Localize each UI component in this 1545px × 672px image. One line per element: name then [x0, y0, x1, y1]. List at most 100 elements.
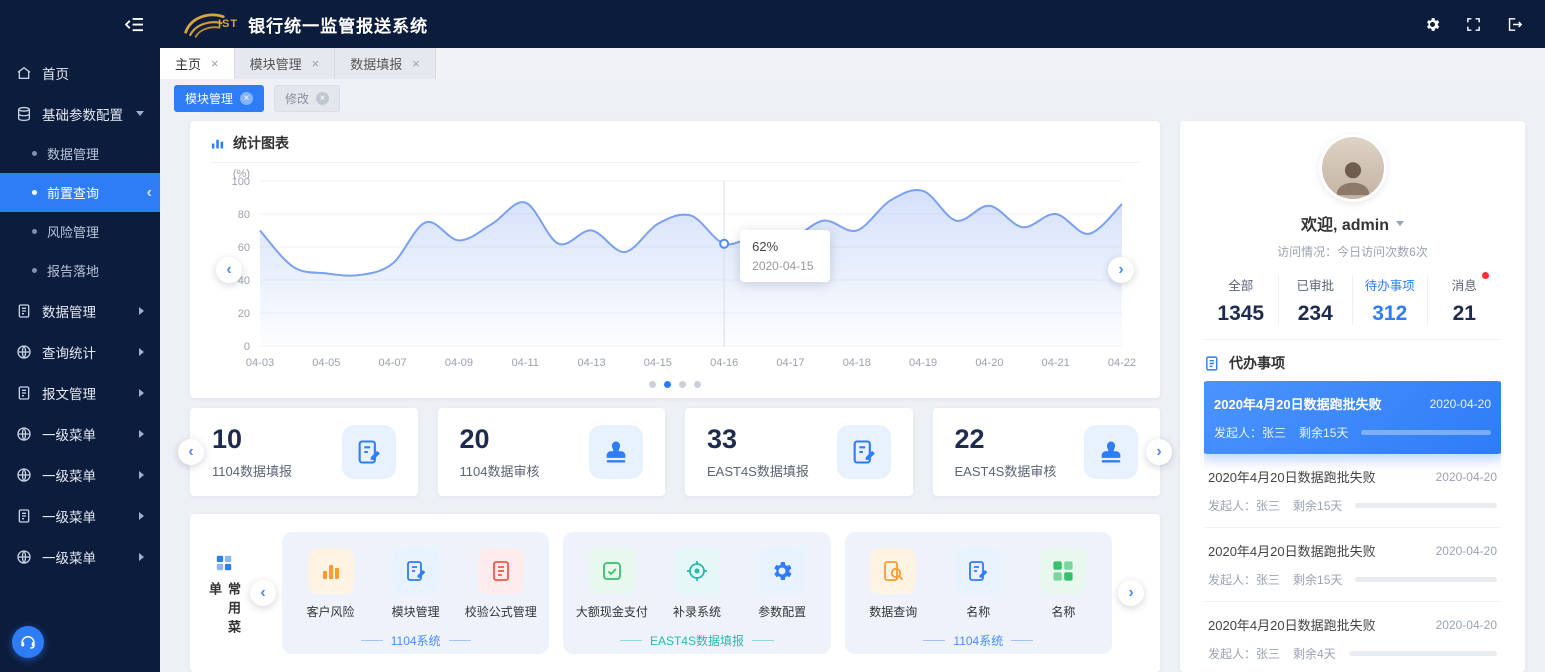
- tag-module-management[interactable]: 模块管理×: [174, 85, 264, 112]
- todo-item[interactable]: 2020年4月20日数据跑批失败2020-04-20 发起人：张三剩余15天: [1204, 454, 1501, 528]
- avatar[interactable]: [1322, 137, 1384, 199]
- home-icon: [16, 65, 32, 81]
- chart-prev-button[interactable]: ‹: [216, 257, 242, 283]
- tag-modify[interactable]: 修改×: [274, 85, 340, 112]
- globe-icon: [16, 344, 32, 360]
- carousel-dot[interactable]: [649, 381, 656, 388]
- tag-close-icon[interactable]: ×: [240, 92, 253, 105]
- stat-card-1104-filling[interactable]: 10 1104数据填报: [190, 408, 418, 496]
- todo-section-title: 代办事项: [1229, 353, 1285, 373]
- svg-text:(%): (%): [233, 168, 250, 180]
- stat-all[interactable]: 全部 1345: [1204, 275, 1278, 326]
- stat-messages[interactable]: 消息 21: [1427, 275, 1502, 326]
- stats-next-button[interactable]: ›: [1146, 439, 1172, 465]
- logout-icon[interactable]: [1506, 16, 1523, 33]
- menu-item[interactable]: 补录系统: [655, 548, 739, 620]
- sidebar-item-query-statistics[interactable]: 查询统计: [0, 331, 160, 372]
- stat-card-east4s-filling[interactable]: 33 EAST4S数据填报: [685, 408, 913, 496]
- stat-pending[interactable]: 待办事项 312: [1352, 275, 1427, 326]
- visit-info: 访问情况：今日访问次数6次: [1204, 243, 1501, 260]
- sidebar-subitem-data-management[interactable]: 数据管理: [0, 134, 160, 173]
- svg-text:04-20: 04-20: [975, 357, 1003, 369]
- menu-item[interactable]: 名称: [936, 548, 1020, 620]
- stat-approved[interactable]: 已审批 234: [1278, 275, 1353, 326]
- logo-text: IST: [218, 18, 238, 30]
- stat-card-row: ‹ 10 1104数据填报 20 1104数据审核: [190, 408, 1160, 496]
- todo-item[interactable]: 2020年4月20日数据跑批失败2020-04-20 发起人：张三剩余15天: [1204, 381, 1501, 454]
- sidebar-item-level1-menu-4[interactable]: 一级菜单: [0, 536, 160, 577]
- menu-group-footer: 1104系统: [288, 632, 543, 649]
- todo-remaining: 剩余15天: [1293, 497, 1342, 514]
- sidebar-item-message-management[interactable]: 报文管理: [0, 372, 160, 413]
- tab-home[interactable]: 主页×: [160, 48, 235, 79]
- todo-title: 2020年4月20日数据跑批失败: [1208, 615, 1376, 634]
- chevron-right-icon: [139, 512, 144, 520]
- chevron-down-icon: [136, 111, 144, 116]
- stat-card-1104-review[interactable]: 20 1104数据审核: [438, 408, 666, 496]
- tab-data-filling[interactable]: 数据填报×: [335, 48, 436, 79]
- form-edit-icon: [837, 425, 891, 479]
- menu-collapse-icon[interactable]: [125, 17, 144, 32]
- todo-title: 2020年4月20日数据跑批失败: [1208, 467, 1376, 486]
- todo-date: 2020-04-20: [1436, 618, 1497, 632]
- carousel-dot[interactable]: [664, 381, 671, 388]
- svg-text:04-15: 04-15: [644, 357, 672, 369]
- menu-prev-button[interactable]: ‹: [250, 580, 276, 606]
- user-stats: 全部 1345 已审批 234 待办事项 312 消息 21: [1204, 275, 1501, 340]
- sidebar-top: [0, 0, 160, 48]
- todo-remaining: 剩余15天: [1299, 424, 1348, 441]
- sidebar-subitem-report-landing[interactable]: 报告落地: [0, 251, 160, 290]
- stat-label: EAST4S数据填报: [707, 461, 809, 480]
- tag-close-icon[interactable]: ×: [316, 92, 329, 105]
- grid-icon: [215, 554, 233, 572]
- tag-bar: 模块管理× 修改×: [160, 79, 1545, 117]
- carousel-dot[interactable]: [694, 381, 701, 388]
- sidebar-subitem-risk-management[interactable]: 风险管理: [0, 212, 160, 251]
- chart-header: 统计图表: [210, 133, 1140, 163]
- common-menu-label-col: 常用菜单: [206, 532, 242, 654]
- tab-close-icon[interactable]: ×: [211, 57, 219, 70]
- carousel-dot[interactable]: [679, 381, 686, 388]
- sidebar-item-home[interactable]: 首页: [0, 52, 160, 93]
- assistant-button[interactable]: [12, 626, 44, 658]
- document-icon: [16, 508, 32, 524]
- sidebar-item-data-management[interactable]: 数据管理: [0, 290, 160, 331]
- menu-item[interactable]: 模块管理: [374, 548, 458, 620]
- bullet-icon: [32, 268, 37, 273]
- menu-item[interactable]: 校验公式管理: [459, 548, 543, 620]
- menu-next-button[interactable]: ›: [1118, 580, 1144, 606]
- menu-item[interactable]: 名称: [1021, 548, 1105, 620]
- todo-item[interactable]: 2020年4月20日数据跑批失败2020-04-20 发起人：张三剩余15天: [1204, 528, 1501, 602]
- area-chart: 020406080100(%)04-0304-0504-0704-0904-11…: [210, 167, 1140, 372]
- sidebar-item-base-params[interactable]: 基础参数配置: [0, 93, 160, 134]
- sidebar-item-level1-menu-2[interactable]: 一级菜单: [0, 454, 160, 495]
- sidebar-item-level1-menu-1[interactable]: 一级菜单: [0, 413, 160, 454]
- svg-text:20: 20: [238, 308, 250, 320]
- menu-item[interactable]: 数据查询: [851, 548, 935, 620]
- fullscreen-icon[interactable]: [1465, 16, 1482, 33]
- todo-list-icon: [1204, 355, 1221, 372]
- target-icon: [674, 548, 720, 594]
- stat-card-east4s-review[interactable]: 22 EAST4S数据审核: [933, 408, 1161, 496]
- svg-text:04-13: 04-13: [577, 357, 605, 369]
- tab-close-icon[interactable]: ×: [412, 57, 420, 70]
- stat-label: 1104数据审核: [460, 461, 540, 480]
- user-panel: 欢迎, admin 访问情况：今日访问次数6次 全部 1345 已审批 234 …: [1180, 121, 1525, 672]
- tab-close-icon[interactable]: ×: [312, 57, 320, 70]
- menu-item[interactable]: 参数配置: [740, 548, 824, 620]
- todo-item[interactable]: 2020年4月20日数据跑批失败2020-04-20 发起人：张三剩余4天: [1204, 602, 1501, 660]
- svg-text:04-09: 04-09: [445, 357, 473, 369]
- settings-gear-icon[interactable]: [1424, 16, 1441, 33]
- todo-initiator: 发起人：张三: [1208, 645, 1280, 660]
- sidebar-item-level1-menu-3[interactable]: 一级菜单: [0, 495, 160, 536]
- stats-prev-button[interactable]: ‹: [178, 439, 204, 465]
- tab-module-management[interactable]: 模块管理×: [235, 48, 336, 79]
- form-edit-icon: [342, 425, 396, 479]
- svg-text:04-17: 04-17: [776, 357, 804, 369]
- sidebar-subitem-pre-query[interactable]: 前置查询: [0, 173, 160, 212]
- menu-item[interactable]: 客户风险: [288, 548, 372, 620]
- user-menu[interactable]: 欢迎, admin: [1204, 211, 1501, 235]
- carousel-dots: [210, 372, 1140, 396]
- chart-next-button[interactable]: ›: [1108, 257, 1134, 283]
- menu-item[interactable]: 大额现金支付: [570, 548, 654, 620]
